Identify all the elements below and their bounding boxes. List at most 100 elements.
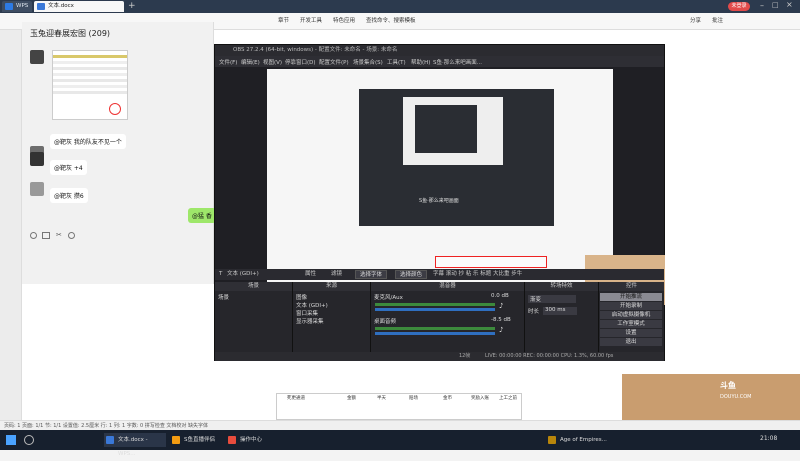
maximize-icon[interactable]: □ xyxy=(772,1,779,9)
mixer-track-db: 0.0 dB xyxy=(491,293,509,299)
document-table[interactable]: 死更通道 金额 半天 赔场 金币 奖励入账 上工之前 xyxy=(276,393,522,420)
status-text: LIVE: 00:00:00 REC: 00:00:00 CPU: 1.3%, … xyxy=(485,353,614,359)
scenes-dock-title: 场景 xyxy=(215,282,292,291)
table-header: 奖励入账 xyxy=(471,396,489,401)
obs-menu-edit[interactable]: 编辑(E) xyxy=(241,58,260,66)
settings-button[interactable]: 设置 xyxy=(600,329,662,337)
obs-menu-tools[interactable]: 工具(T) xyxy=(387,58,406,66)
minimize-icon[interactable]: – xyxy=(760,1,764,10)
chat-message-self: @猛 香 xyxy=(188,208,216,223)
speaker-icon[interactable]: ♪ xyxy=(499,326,503,334)
select-font-button[interactable]: 选择字体 xyxy=(355,270,388,279)
obs-menu-profile[interactable]: 配置文件(P) xyxy=(319,58,349,66)
scenes-dock: 场景 场景 xyxy=(215,282,293,361)
source-item[interactable]: 图像 xyxy=(296,293,307,301)
table-header: 金额 xyxy=(347,396,356,401)
source-item[interactable]: 显示器采集 xyxy=(296,317,324,325)
exit-button[interactable]: 退出 xyxy=(600,338,662,346)
obs-menu-bar: 文件(F) 编辑(E) 视图(V) 停靠窗口(D) 配置文件(P) 场景集合(S… xyxy=(215,56,664,67)
studio-mode-button[interactable]: 工作室模式 xyxy=(600,320,662,328)
source-item[interactable]: 文本 (GDI+) xyxy=(296,301,328,309)
controls-dock-title: 控件 xyxy=(599,282,664,291)
chat-message: @靶灰 攒6 xyxy=(50,188,88,203)
obs-status-bar: 12帧 LIVE: 00:00:00 REC: 00:00:00 CPU: 1.… xyxy=(215,352,664,361)
obs-menu-plugin[interactable]: S鱼·那么来吧画面... xyxy=(433,58,482,66)
wps-logo-icon xyxy=(5,3,13,10)
app-icon xyxy=(228,436,236,444)
properties-button[interactable]: 属性 xyxy=(305,269,316,280)
duration-label: 时长 xyxy=(528,309,540,315)
source-toolbar: T 文本 (GDI+) 属性 滤镜 字幕 滚动 抄 粘 乐 标题 大比重 步牛 xyxy=(215,269,664,280)
ribbon-dev-tools[interactable]: 开发工具 xyxy=(300,16,322,24)
user-badge[interactable]: 未登录 xyxy=(728,2,750,11)
frame-marker: 12帧 xyxy=(459,353,471,359)
select-color-button[interactable]: 选择颜色 xyxy=(395,270,428,279)
game-icon xyxy=(548,436,556,444)
volume-slider[interactable] xyxy=(375,332,495,335)
mixer-dock-title: 混音器 xyxy=(371,282,524,291)
tab-document[interactable]: 文本.docx xyxy=(34,1,124,12)
ribbon-special-apps[interactable]: 特色应用 xyxy=(333,16,355,24)
wps-title-bar: WPS 文本.docx + 未登录 – □ × xyxy=(0,0,800,13)
obs-menu-file[interactable]: 文件(F) xyxy=(219,58,237,66)
windows-start-icon[interactable] xyxy=(6,435,16,445)
transition-select[interactable]: 渐变 xyxy=(528,295,576,303)
obs-docks: 场景 场景 来源 图像 文本 (GDI+) 窗口采集 显示器采集 混音器 麦克风… xyxy=(215,282,664,361)
chat-image-spreadsheet[interactable] xyxy=(52,50,128,120)
text-source-icon: T xyxy=(219,271,223,277)
history-icon[interactable] xyxy=(68,232,75,239)
emoji-icon[interactable] xyxy=(30,232,37,239)
selected-text-source[interactable] xyxy=(435,256,547,268)
avatar[interactable] xyxy=(30,50,44,64)
duration-input[interactable]: 300 ms xyxy=(543,307,577,315)
taskbar-item-aoe[interactable]: Age of Empires... xyxy=(546,433,616,447)
ribbon-search-command[interactable]: 查找命令、搜索模板 xyxy=(366,16,416,24)
transitions-dock: 转场特效 渐变 时长 300 ms xyxy=(525,282,599,361)
obs-preview[interactable]: S鱼·那么来吧画面 xyxy=(267,69,665,305)
document-ruler xyxy=(0,30,22,420)
obs-menu-view[interactable]: 视图(V) xyxy=(263,58,282,66)
virtual-camera-button[interactable]: 启动虚拟摄像机 xyxy=(600,311,662,319)
folder-icon[interactable] xyxy=(42,232,50,239)
obs-menu-help[interactable]: 帮助(H) xyxy=(411,58,430,66)
mixer-dock: 混音器 麦克风/Aux 0.0 dB 桌面音频 -8.5 dB ♪ ♪ xyxy=(371,282,525,361)
source-item[interactable]: 窗口采集 xyxy=(296,309,318,317)
start-recording-button[interactable]: 开始录制 xyxy=(600,302,662,310)
ribbon-comment[interactable]: 批注 xyxy=(712,16,723,24)
tab-wps-home[interactable]: WPS xyxy=(2,1,32,12)
table-header: 金币 xyxy=(443,396,452,401)
table-header: 死更通道 xyxy=(287,396,305,401)
mixer-track-db: -8.5 dB xyxy=(491,317,511,323)
douyu-icon xyxy=(172,436,180,444)
volume-slider[interactable] xyxy=(375,308,495,311)
status-text: 页码: 1 页面: 1/1 节: 1/1 设置值: 2.5厘米 行: 1 列: … xyxy=(4,423,208,429)
mixer-track-name: 麦克风/Aux xyxy=(374,295,403,301)
close-icon[interactable]: × xyxy=(786,0,793,9)
ribbon-chapter[interactable]: 章节 xyxy=(278,16,289,24)
obs-menu-docks[interactable]: 停靠窗口(D) xyxy=(285,58,316,66)
taskbar-item-action-center[interactable]: 操作中心 xyxy=(226,433,270,447)
wps-status-bar: 页码: 1 页面: 1/1 节: 1/1 设置值: 2.5厘米 行: 1 列: … xyxy=(0,420,800,430)
douyu-site: DOUYU.COM xyxy=(720,394,752,400)
sources-dock-title: 来源 xyxy=(293,282,370,291)
docx-icon xyxy=(106,436,114,444)
start-streaming-button[interactable]: 开始推流 xyxy=(600,293,662,301)
avatar[interactable] xyxy=(30,152,44,166)
volume-meter xyxy=(375,303,495,306)
taskbar: 文本.docx - WPS... S鱼直播伴侣 操作中心 Age of Empi… xyxy=(0,430,800,457)
chat-title: 玉兔迎春展宏图 (209) xyxy=(30,29,111,38)
scene-item[interactable]: 场景 xyxy=(218,293,229,301)
taskbar-item-wps[interactable]: 文本.docx - WPS... xyxy=(104,433,166,457)
text-settings: 字幕 滚动 抄 粘 乐 标题 大比重 步牛 xyxy=(433,271,523,277)
selected-source-label: 文本 (GDI+) xyxy=(227,271,259,277)
ribbon-share[interactable]: 分享 xyxy=(690,16,701,24)
search-icon[interactable] xyxy=(24,435,34,445)
filters-button[interactable]: 滤镜 xyxy=(331,269,342,280)
table-header: 半天 xyxy=(377,396,386,401)
taskbar-item-douyu[interactable]: S鱼直播伴侣 xyxy=(170,433,220,447)
obs-menu-scene-collection[interactable]: 场景集合(S) xyxy=(353,58,383,66)
scissors-icon[interactable]: ✂ xyxy=(56,231,62,239)
new-tab-icon[interactable]: + xyxy=(128,2,137,11)
speaker-icon[interactable]: ♪ xyxy=(499,302,503,310)
avatar[interactable] xyxy=(30,182,44,196)
